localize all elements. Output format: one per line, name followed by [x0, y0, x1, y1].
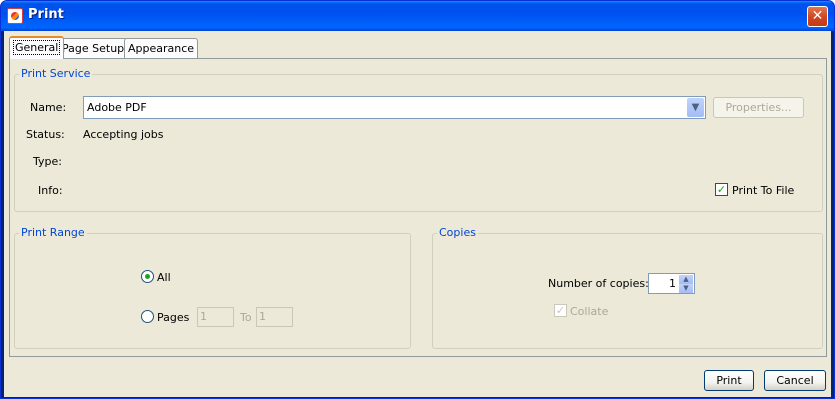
printer-name-value: Adobe PDF	[87, 101, 147, 114]
print-range-group: Print Range All Pages 1 To 1	[14, 226, 411, 349]
number-of-copies-label: Number of copies:	[548, 277, 649, 290]
properties-button[interactable]: Properties...	[713, 97, 804, 118]
pages-from-field[interactable]: 1	[197, 307, 234, 327]
copies-spinner-value: 1	[669, 277, 676, 290]
copies-group: Copies Number of copies: 1 ▲ ▼ ✓ Collate	[432, 226, 823, 349]
print-button[interactable]: Print	[704, 370, 754, 391]
print-service-legend: Print Service	[19, 67, 93, 80]
tab-page-setup[interactable]: Page Setup	[58, 38, 129, 58]
collate-label[interactable]: Collate	[570, 305, 608, 318]
general-tab-panel: Print Service Name: Adobe PDF ▼ Properti…	[9, 58, 827, 357]
tab-general-label: General	[13, 40, 61, 55]
copies-spinner[interactable]: 1 ▲ ▼	[648, 273, 695, 294]
status-value: Accepting jobs	[83, 128, 164, 141]
collate-checkbox[interactable]: ✓	[554, 304, 567, 317]
pages-label[interactable]: Pages	[157, 311, 189, 324]
spin-up-icon[interactable]: ▲	[679, 275, 693, 284]
dialog-body: General Page Setup Appearance Print Serv…	[4, 31, 831, 397]
print-to-file-checkbox[interactable]: ✓	[715, 183, 728, 196]
tab-general[interactable]: General	[9, 36, 65, 59]
chevron-down-icon[interactable]: ▼	[687, 98, 704, 117]
title-bar[interactable]: Print ✕	[1, 1, 834, 31]
java-app-icon	[7, 8, 23, 24]
name-label: Name:	[30, 101, 67, 114]
print-dialog: Print ✕ General Page Setup Appearance Pr…	[0, 0, 835, 399]
tab-page-setup-label: Page Setup	[62, 42, 125, 55]
tab-appearance[interactable]: Appearance	[124, 38, 199, 58]
pages-radio[interactable]	[141, 310, 154, 323]
close-button[interactable]: ✕	[807, 6, 828, 27]
print-range-legend: Print Range	[19, 226, 87, 239]
type-label: Type:	[33, 155, 62, 168]
print-to-file-label[interactable]: Print To File	[732, 184, 794, 197]
all-label[interactable]: All	[157, 271, 171, 284]
spin-down-icon[interactable]: ▼	[679, 284, 693, 293]
pages-to-label: To	[240, 311, 252, 324]
window-title: Print	[28, 7, 64, 22]
status-label: Status:	[26, 128, 65, 141]
printer-name-select[interactable]: Adobe PDF ▼	[83, 96, 706, 119]
close-icon: ✕	[811, 8, 824, 24]
tab-appearance-label: Appearance	[128, 42, 195, 55]
copies-legend: Copies	[437, 226, 478, 239]
cancel-button[interactable]: Cancel	[764, 370, 826, 391]
all-radio[interactable]	[141, 270, 154, 283]
pages-to-field[interactable]: 1	[256, 307, 293, 327]
print-service-group: Print Service Name: Adobe PDF ▼ Properti…	[14, 67, 823, 212]
info-label: Info:	[38, 184, 63, 197]
